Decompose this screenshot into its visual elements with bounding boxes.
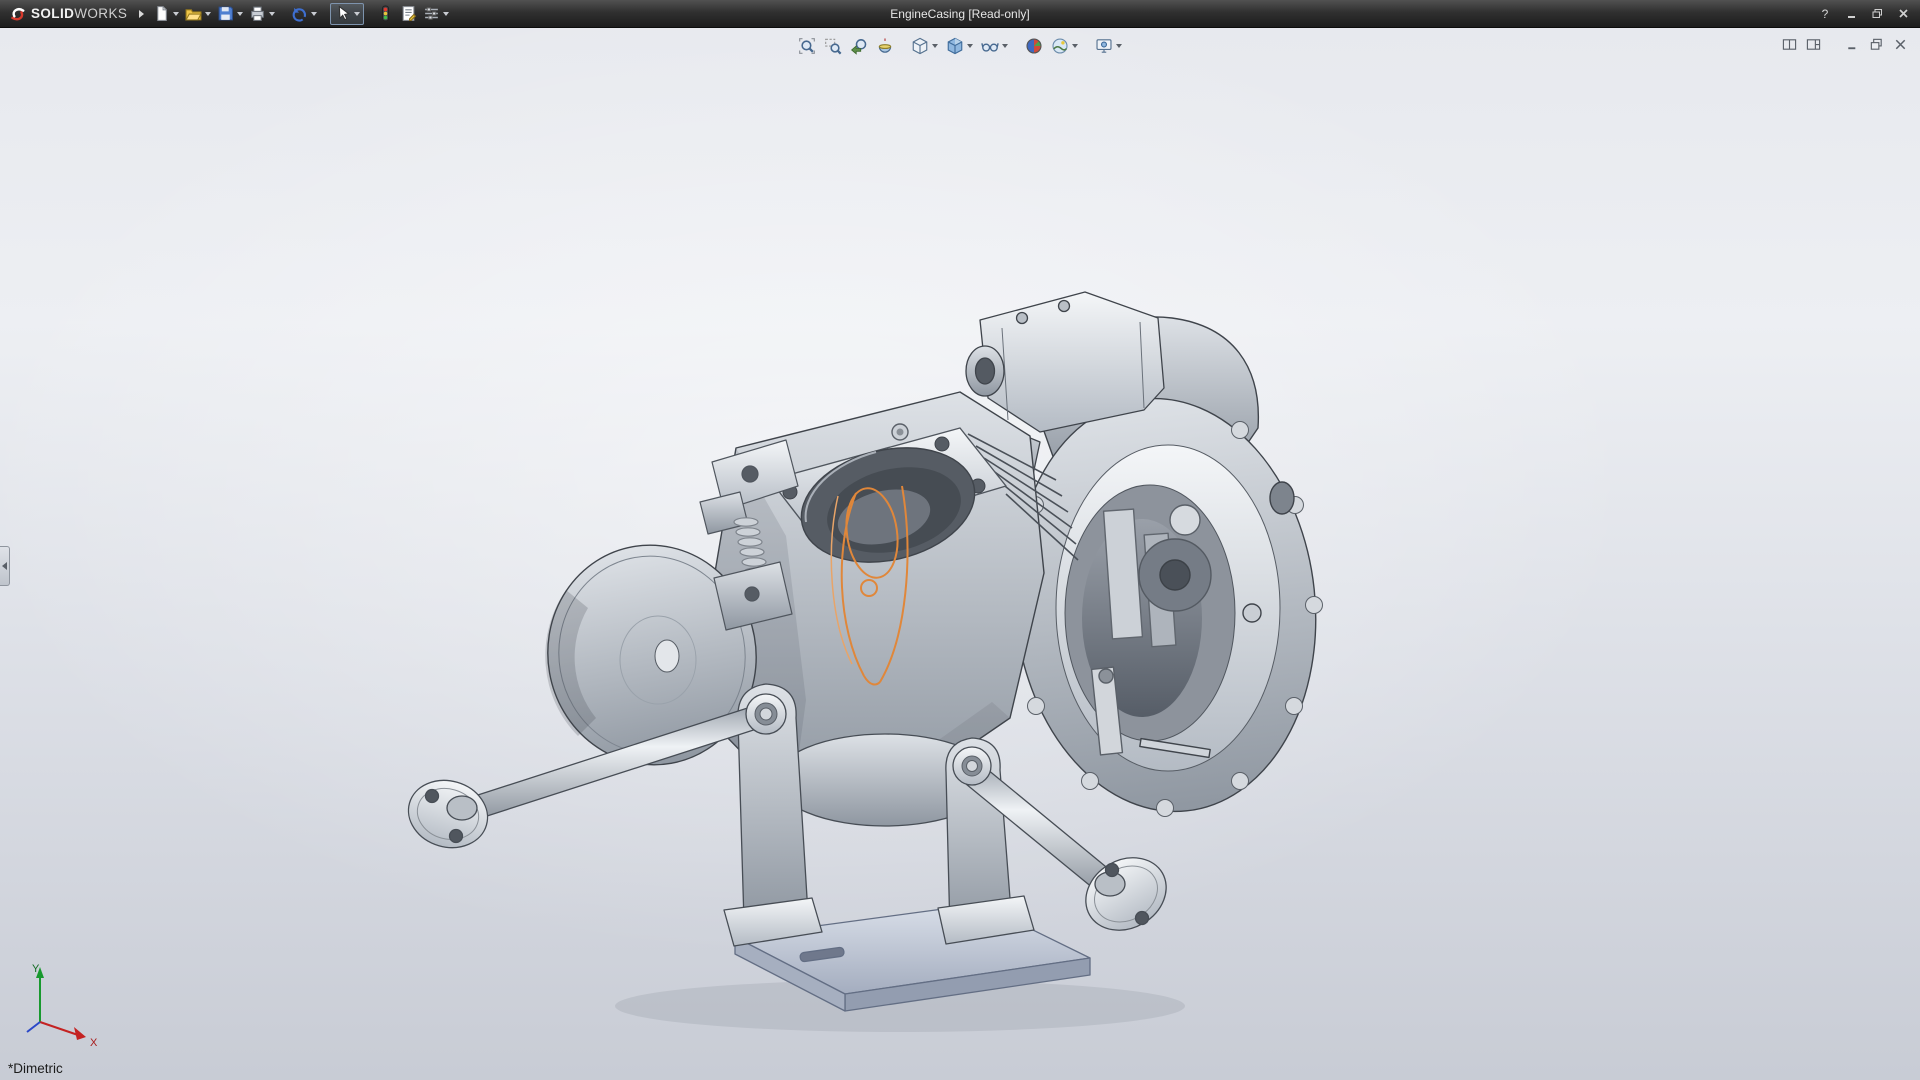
graphics-area[interactable]: Y X *Dimetric bbox=[0, 28, 1920, 1080]
window-minimize-button[interactable] bbox=[1843, 34, 1862, 54]
dropdown-caret-icon[interactable] bbox=[1116, 44, 1122, 48]
dropdown-caret-icon[interactable] bbox=[173, 12, 179, 16]
section-view-button[interactable] bbox=[873, 34, 897, 58]
hide-show-items-icon bbox=[981, 37, 999, 55]
dropdown-caret-icon[interactable] bbox=[237, 12, 243, 16]
app-minimize-button[interactable] bbox=[1842, 6, 1860, 22]
zoom-to-fit-icon bbox=[798, 37, 816, 55]
new-document-button[interactable] bbox=[150, 3, 182, 25]
zoom-to-fit-button[interactable] bbox=[795, 34, 819, 58]
zoom-to-area-icon bbox=[824, 37, 842, 55]
dropdown-caret-icon[interactable] bbox=[932, 44, 938, 48]
rod-hub-right-bolt[interactable] bbox=[967, 761, 978, 772]
dropdown-caret-icon[interactable] bbox=[1072, 44, 1078, 48]
options-icon bbox=[423, 5, 440, 22]
previous-view-button[interactable] bbox=[847, 34, 871, 58]
display-style-icon bbox=[946, 37, 964, 55]
view-settings-icon bbox=[1095, 37, 1113, 55]
titlebar: SOLIDWORKS EngineCasing [Read-only] ? bbox=[0, 0, 1920, 28]
brand-bold: SOLID bbox=[31, 6, 74, 21]
dropdown-caret-icon[interactable] bbox=[269, 12, 275, 16]
window-restore-icon bbox=[1869, 37, 1884, 52]
file-properties-button[interactable] bbox=[397, 3, 420, 25]
close-icon bbox=[1897, 7, 1910, 20]
open-document-button[interactable] bbox=[182, 3, 214, 25]
undo-button[interactable] bbox=[288, 3, 320, 25]
rebuild-icon bbox=[377, 5, 394, 22]
print-button[interactable] bbox=[246, 3, 278, 25]
brand-light: WORKS bbox=[74, 6, 127, 21]
rebuild-button[interactable] bbox=[374, 3, 397, 25]
window-controls: ? bbox=[1816, 6, 1920, 22]
window-minimize-icon bbox=[1845, 37, 1860, 52]
save-icon bbox=[217, 5, 234, 22]
file-properties-icon bbox=[400, 5, 417, 22]
edit-appearance-button[interactable] bbox=[1022, 34, 1046, 58]
select-button[interactable] bbox=[330, 3, 364, 25]
model-canvas[interactable] bbox=[0, 28, 1920, 1080]
expand-panel-arrow-icon bbox=[2, 562, 7, 570]
undo-icon bbox=[291, 5, 308, 22]
dropdown-caret-icon[interactable] bbox=[311, 12, 317, 16]
print-icon bbox=[249, 5, 266, 22]
new-document-icon bbox=[153, 5, 170, 22]
window-restore-button[interactable] bbox=[1867, 34, 1886, 54]
edit-appearance-icon bbox=[1025, 37, 1043, 55]
section-view-icon bbox=[876, 37, 894, 55]
triad-y-label: Y bbox=[32, 963, 40, 975]
dropdown-caret-icon[interactable] bbox=[967, 44, 973, 48]
apply-scene-button[interactable] bbox=[1048, 34, 1081, 58]
heads-up-view-toolbar bbox=[794, 34, 1126, 58]
pane-split-icon bbox=[1782, 37, 1797, 52]
app-restore-button[interactable] bbox=[1868, 6, 1886, 22]
restore-icon bbox=[1871, 7, 1884, 20]
rod-hub-left-bolt[interactable] bbox=[760, 708, 772, 720]
orientation-label: *Dimetric bbox=[8, 1061, 63, 1076]
apply-scene-icon bbox=[1051, 37, 1069, 55]
dropdown-caret-icon[interactable] bbox=[354, 12, 360, 16]
window-close-button[interactable] bbox=[1891, 34, 1910, 54]
hide-show-items-button[interactable] bbox=[978, 34, 1011, 58]
view-orientation-icon bbox=[911, 37, 929, 55]
featuremanager-collapsed-tab[interactable] bbox=[0, 546, 10, 586]
display-style-button[interactable] bbox=[943, 34, 976, 58]
save-button[interactable] bbox=[214, 3, 246, 25]
dassault-logo-icon bbox=[8, 5, 26, 23]
options-button[interactable] bbox=[420, 3, 452, 25]
brand-name: SOLIDWORKS bbox=[31, 6, 127, 21]
open-document-icon bbox=[185, 5, 202, 22]
view-settings-button[interactable] bbox=[1092, 34, 1125, 58]
minimize-icon bbox=[1845, 7, 1858, 20]
help-button[interactable]: ? bbox=[1816, 6, 1834, 22]
view-orientation-button[interactable] bbox=[908, 34, 941, 58]
reference-triad: Y X bbox=[8, 958, 108, 1050]
app-close-button[interactable] bbox=[1894, 6, 1912, 22]
engine-casing-model[interactable] bbox=[400, 292, 1335, 1032]
solidworks-brand: SOLIDWORKS bbox=[0, 5, 137, 23]
pane-split-button[interactable] bbox=[1780, 34, 1799, 54]
select-icon bbox=[334, 5, 351, 22]
standard-toolbar bbox=[150, 0, 452, 27]
document-window-controls bbox=[1780, 34, 1910, 54]
previous-view-icon bbox=[850, 37, 868, 55]
document-title: EngineCasing [Read-only] bbox=[890, 0, 1029, 28]
window-close-icon bbox=[1893, 37, 1908, 52]
dropdown-caret-icon[interactable] bbox=[205, 12, 211, 16]
pane-preview-button[interactable] bbox=[1804, 34, 1823, 54]
menu-expand-arrow-icon[interactable] bbox=[139, 10, 144, 18]
pane-preview-icon bbox=[1806, 37, 1821, 52]
dropdown-caret-icon[interactable] bbox=[443, 12, 449, 16]
triad-x-label: X bbox=[90, 1037, 98, 1049]
zoom-to-area-button[interactable] bbox=[821, 34, 845, 58]
dropdown-caret-icon[interactable] bbox=[1002, 44, 1008, 48]
